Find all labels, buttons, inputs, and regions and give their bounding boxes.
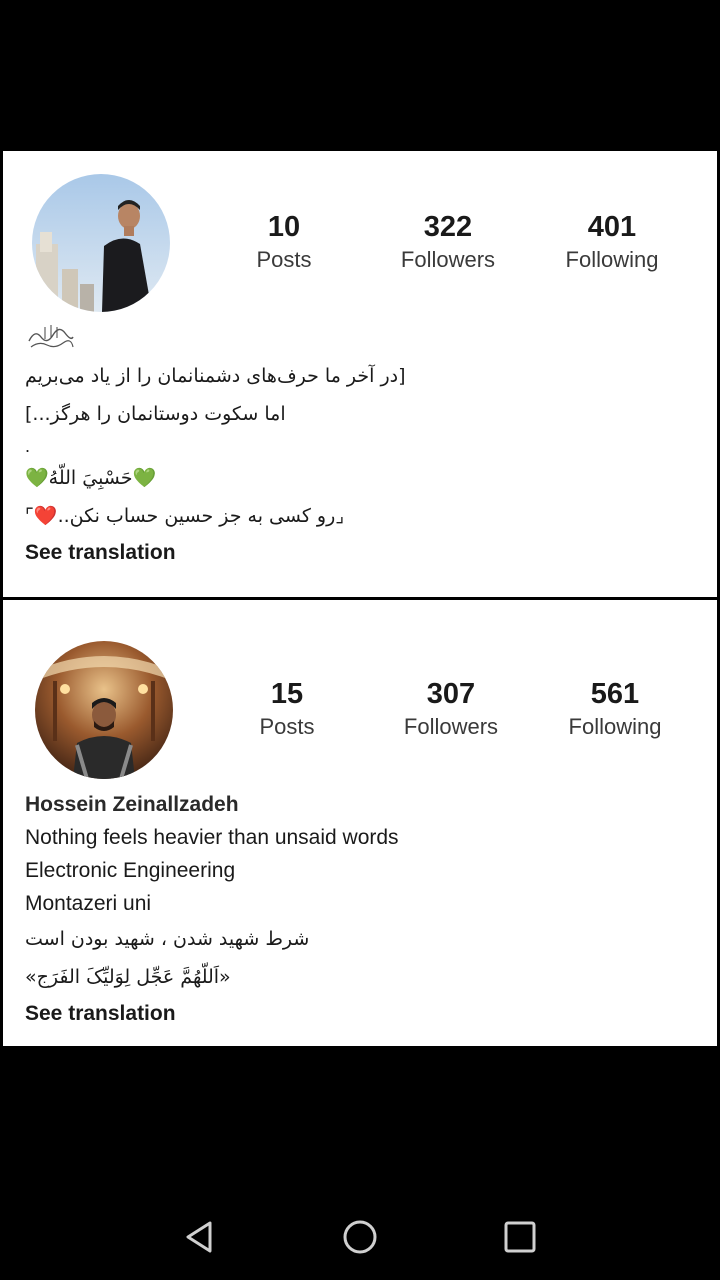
bio-line: Nothing feels heavier than unsaid words bbox=[25, 826, 399, 849]
posts-label: Posts bbox=[256, 247, 312, 272]
bio-line: 💚حَسْبِيَ اللّهُ💚 bbox=[25, 467, 157, 489]
bio-line: ⌟رو کسی به جز حسین حساب نکن..❤️⌜ bbox=[25, 505, 345, 527]
posts-count: 10 bbox=[267, 211, 301, 243]
profile-card-2: 15 Posts 307 Followers 561 Following Hos… bbox=[3, 600, 717, 1046]
profile-avatar[interactable] bbox=[35, 641, 173, 779]
followers-count: 322 bbox=[423, 211, 473, 243]
bio-line: Electronic Engineering bbox=[25, 859, 236, 882]
bio-line: «اَللّهُمَّ عَجِّل لِوَلیِّکَ الفَرَج» bbox=[25, 966, 231, 988]
profile-bio: Hossein Zeinallzadeh Nothing feels heavi… bbox=[25, 788, 705, 1032]
following-label: Following bbox=[568, 714, 662, 739]
avatar-photo-2 bbox=[35, 641, 173, 779]
posts-count: 15 bbox=[270, 678, 304, 710]
recent-apps-icon[interactable] bbox=[500, 1217, 540, 1257]
profile-card-1: 10 Posts 322 Followers 401 Following [در… bbox=[3, 151, 717, 597]
following-stat[interactable]: 561 Following bbox=[533, 676, 697, 742]
following-count: 561 bbox=[590, 678, 640, 710]
followers-count: 307 bbox=[426, 678, 476, 710]
profile-stats: 15 Posts 307 Followers 561 Following bbox=[205, 676, 697, 742]
followers-stat[interactable]: 322 Followers bbox=[366, 209, 530, 275]
following-stat[interactable]: 401 Following bbox=[530, 209, 694, 275]
bio-line: اما سکوت دوستانمان را هرگز...] bbox=[25, 403, 286, 425]
see-translation-link[interactable]: See translation bbox=[25, 996, 705, 1032]
followers-label: Followers bbox=[400, 247, 496, 272]
bismillah-calligraphy-icon bbox=[25, 323, 705, 357]
profile-name: Hossein Zeinallzadeh bbox=[25, 793, 239, 816]
posts-label: Posts bbox=[259, 714, 315, 739]
bio-line: Montazeri uni bbox=[25, 892, 152, 915]
followers-stat[interactable]: 307 Followers bbox=[369, 676, 533, 742]
posts-stat[interactable]: 15 Posts bbox=[205, 676, 369, 742]
screen: 10 Posts 322 Followers 401 Following [در… bbox=[0, 0, 720, 1280]
home-icon[interactable] bbox=[340, 1217, 380, 1257]
followers-label: Followers bbox=[403, 714, 499, 739]
following-count: 401 bbox=[587, 211, 637, 243]
see-translation-link[interactable]: See translation bbox=[25, 535, 705, 571]
profile-bio: [در آخر ما حرف‌های دشمنانمان را از یاد م… bbox=[25, 323, 705, 571]
following-label: Following bbox=[565, 247, 659, 272]
bio-line: [در آخر ما حرف‌های دشمنانمان را از یاد م… bbox=[25, 365, 406, 387]
system-nav-bar bbox=[0, 1195, 720, 1280]
avatar-photo-1 bbox=[32, 174, 170, 312]
profile-stats: 10 Posts 322 Followers 401 Following bbox=[202, 209, 694, 275]
back-icon[interactable] bbox=[180, 1217, 220, 1257]
bio-line: شرط شهید شدن ، شهید بودن است bbox=[25, 928, 310, 950]
bio-line: . bbox=[25, 436, 31, 456]
posts-stat[interactable]: 10 Posts bbox=[202, 209, 366, 275]
profile-avatar[interactable] bbox=[32, 174, 170, 312]
